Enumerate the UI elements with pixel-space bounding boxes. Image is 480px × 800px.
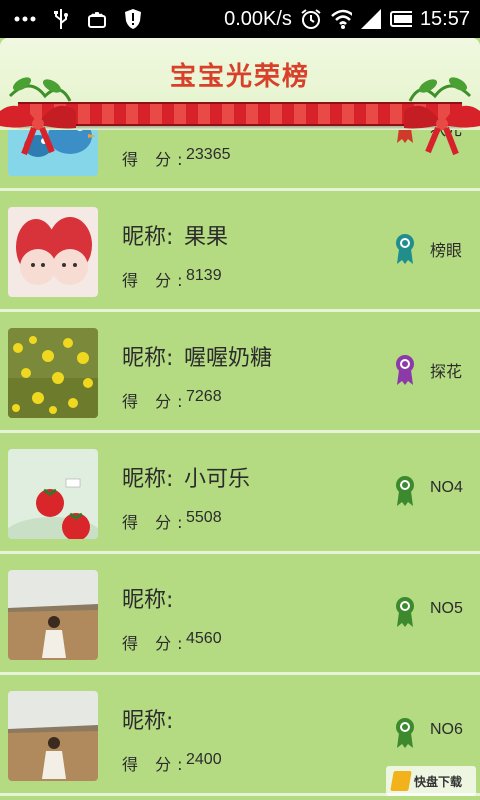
medal-icon <box>396 234 414 264</box>
rank-label: 探花 <box>430 364 463 381</box>
status-bar: 0.00K/s 15:57 <box>0 0 480 38</box>
alarm-icon <box>300 8 322 30</box>
rank-label: NO5 <box>430 600 463 617</box>
avatar <box>8 328 98 418</box>
score-value: 5508 <box>186 509 222 526</box>
android-icon <box>86 8 108 30</box>
ribbon-decoration <box>18 102 462 126</box>
avatar <box>8 449 98 539</box>
score-label: 得 分: <box>122 271 189 290</box>
nickname-value: 小可乐 <box>184 467 251 492</box>
list-item[interactable]: 昵称: 果果 得 分: 8139 榜眼 <box>0 191 480 312</box>
rank-label: NO4 <box>430 479 463 496</box>
list-item[interactable]: 昵称: 喔喔奶糖 得 分: 7268 探花 <box>0 312 480 433</box>
score-value: 2400 <box>186 751 222 768</box>
medal-icon <box>396 355 414 385</box>
nickname-label: 昵称: <box>122 588 174 613</box>
battery-icon <box>389 8 412 30</box>
list-item[interactable]: 昵称: 得 分: 4560 NO5 <box>0 554 480 675</box>
wifi-icon <box>330 8 352 30</box>
nickname-label: 昵称: <box>122 225 174 250</box>
nickname-label: 昵称: <box>122 346 174 371</box>
rank-label: NO6 <box>430 721 463 738</box>
score-value: 4560 <box>186 630 222 647</box>
medal-icon <box>396 597 414 627</box>
score-value: 8139 <box>186 267 222 284</box>
kuaipan-logo-icon <box>390 771 412 791</box>
usb-icon <box>50 8 72 30</box>
bow-decoration-icon <box>0 77 76 156</box>
signal-icon <box>360 8 382 30</box>
nickname-value: 果果 <box>184 225 229 250</box>
nickname-label: 昵称: <box>122 709 174 734</box>
overflow-dots-icon <box>14 8 36 30</box>
shield-icon <box>122 8 144 30</box>
score-label: 得 分: <box>122 634 189 653</box>
app-screen: 昵称: 得 分: 23365 状元 <box>0 38 480 800</box>
nickname-label: 昵称: <box>122 467 174 492</box>
rank-label: 榜眼 <box>430 243 463 260</box>
avatar <box>8 570 98 660</box>
score-label: 得 分: <box>122 150 189 169</box>
list-item[interactable]: 昵称: 小可乐 得 分: 5508 NO4 <box>0 433 480 554</box>
score-label: 得 分: <box>122 513 189 532</box>
medal-icon <box>396 718 414 748</box>
nickname-value: 喔喔奶糖 <box>184 346 273 371</box>
score-label: 得 分: <box>122 392 189 411</box>
score-value: 7268 <box>186 388 222 405</box>
score-label: 得 分: <box>122 755 189 774</box>
watermark-text: 快盘下载 <box>414 774 463 789</box>
clock: 15:57 <box>419 7 470 30</box>
network-speed: 0.00K/s <box>224 7 292 30</box>
avatar <box>8 691 98 781</box>
watermark-logo: 快盘下载 <box>386 766 476 796</box>
score-value: 23365 <box>186 146 231 163</box>
bow-decoration-icon <box>404 77 480 156</box>
medal-icon <box>396 476 414 506</box>
avatar <box>8 207 98 297</box>
